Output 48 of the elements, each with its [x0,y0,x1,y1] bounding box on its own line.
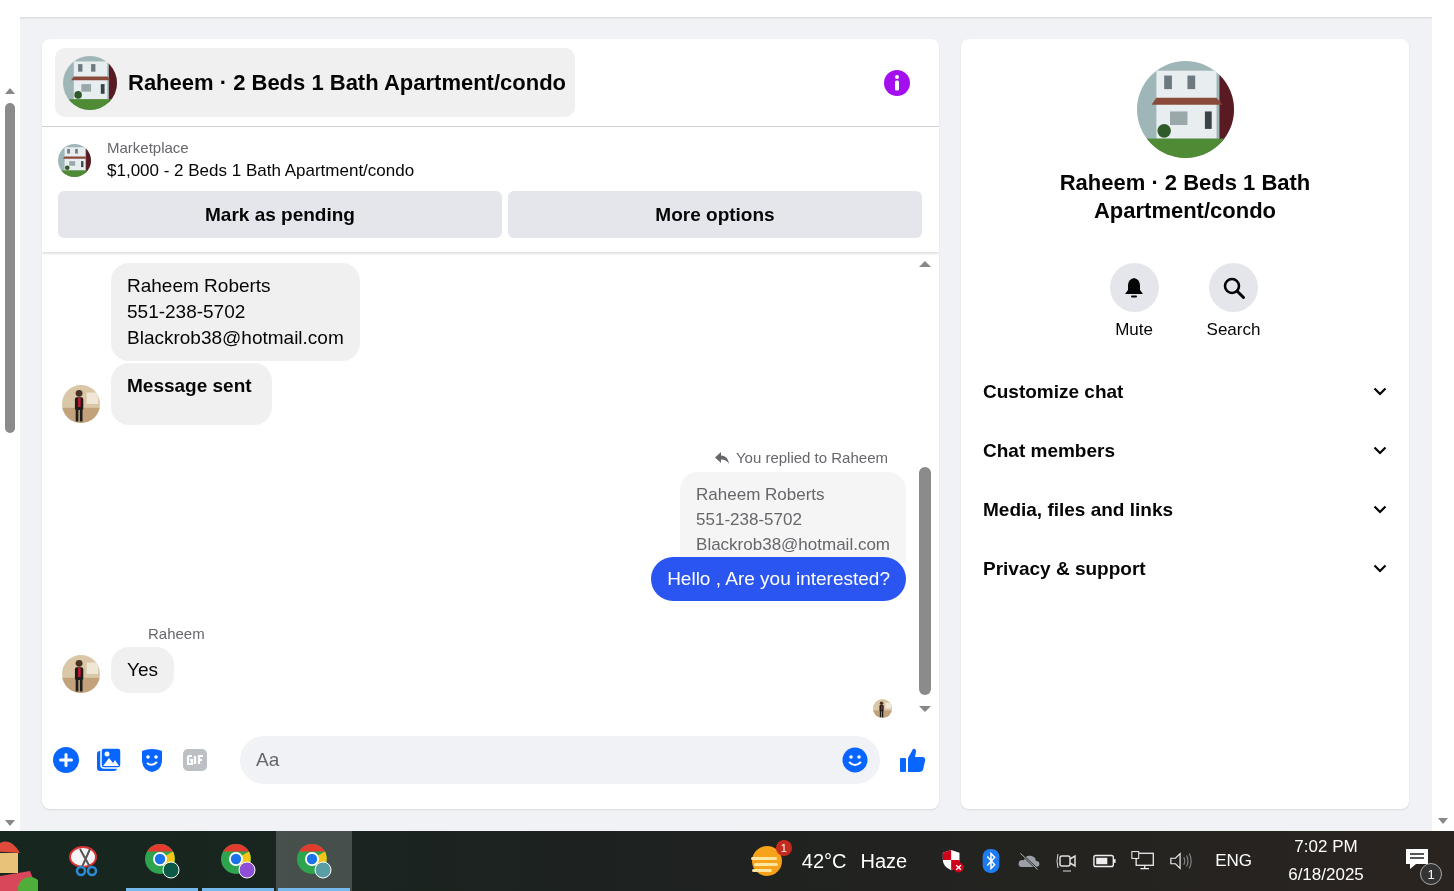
scrollbar-thumb[interactable] [919,467,931,695]
reply-icon [713,450,730,465]
scroll-down-icon[interactable] [918,705,932,713]
chevron-down-icon [1373,505,1387,514]
message-bubble: Yes [111,647,174,693]
section-header[interactable]: Privacy & support [973,539,1397,598]
conversation-title: Raheem · 2 Beds 1 Bath Apartment/condo [1058,169,1312,225]
time: 7:02 PM [1294,837,1358,857]
more-options-button[interactable]: More options [508,191,922,238]
search-icon [1221,275,1246,300]
section-header[interactable]: Customize chat [973,362,1397,421]
notifications-icon[interactable] [1404,847,1430,871]
chevron-down-icon [1373,446,1387,455]
scrollbar-thumb[interactable] [5,103,15,433]
status-bubble: Message sent [111,363,272,425]
sender-name: Raheem [148,625,206,642]
emoji-icon[interactable] [842,747,868,773]
notification-badge: 1 [775,840,792,856]
chat-title-button[interactable]: Raheem · 2 Beds 1 Bath Apartment/condo [55,48,576,117]
reply-label: You replied to Raheem [713,449,888,466]
browser-app[interactable] [276,831,352,891]
listing-title: $1,000 - 2 Beds 1 Bath Apartment/condo [107,161,415,181]
listing-label: Marketplace [107,139,190,156]
scroll-up-icon[interactable] [918,260,932,268]
weather-condition: Haze [860,849,908,873]
pending-button[interactable]: Mark as pending [58,191,502,238]
info-icon[interactable] [883,68,911,97]
quoted-message: Raheem Roberts 551-238-5702 Blackrob38@hotmail.com [680,472,906,563]
temperature: 42°C [801,849,847,873]
chevron-down-icon [1373,564,1387,573]
language-indicator[interactable]: ENG [1215,851,1252,871]
chevron-down-icon [1373,387,1387,396]
speaker-icon[interactable] [1169,849,1194,873]
message-bubble: Raheem Roberts 551-238-5702 Blackrob38@hotmail.com [111,263,360,361]
clock[interactable]: 7:02 PM 6/18/2025 [1276,837,1376,885]
notification-count: 1 [1420,863,1442,885]
message-input[interactable]: Aa [240,736,880,784]
image-icon[interactable] [95,746,123,774]
shield-icon[interactable] [941,849,966,873]
date: 6/18/2025 [1288,865,1364,885]
like-icon[interactable] [899,746,927,774]
plus-icon[interactable] [52,746,80,774]
scroll-up-icon[interactable] [4,87,16,95]
message-bubble: Hello , Are you interested? [651,557,906,601]
section-header[interactable]: Chat members [973,421,1397,480]
section-header[interactable]: Media, files and links [973,480,1397,539]
scroll-down-icon[interactable] [1437,817,1449,825]
scroll-down-icon[interactable] [4,819,16,827]
